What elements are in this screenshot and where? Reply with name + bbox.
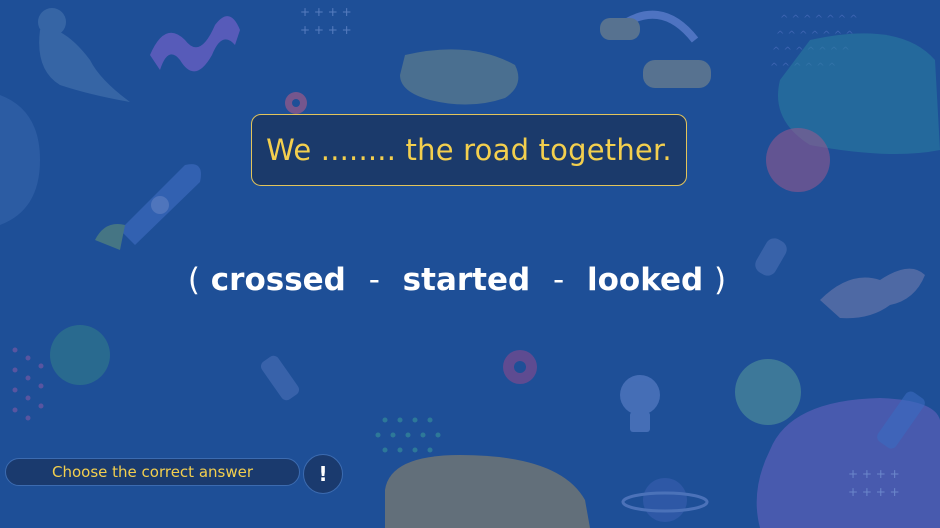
earth-icon-left (50, 325, 110, 385)
paint-stroke-shape (400, 49, 519, 105)
dot-texture-left (12, 347, 44, 421)
option-separator: - (552, 262, 565, 298)
option-crossed[interactable]: crossed (211, 262, 346, 298)
pencil-icon (260, 355, 300, 401)
blob-left (0, 95, 40, 225)
answer-options: ( crossed - started - looked ) (0, 262, 914, 298)
bulb-icon (620, 375, 660, 432)
option-looked[interactable]: looked (587, 262, 703, 298)
svg-text:^ ^ ^ ^ ^ ^ ^: ^ ^ ^ ^ ^ ^ ^ (780, 14, 858, 25)
option-separator: - (368, 262, 380, 298)
rocket-icon (95, 164, 201, 250)
options-open-paren: ( (187, 262, 200, 298)
svg-text:+ + + +: + + + + (848, 485, 900, 499)
plus-stars-top: + + + + + + + + (300, 5, 352, 37)
option-started[interactable]: started (403, 262, 531, 298)
exclamation-icon: ! (318, 462, 328, 486)
instruction-label: Choose the correct answer (5, 458, 300, 486)
blob-bottom-center (385, 455, 590, 528)
planet-pink (766, 128, 830, 192)
flower-icon-top (285, 92, 307, 114)
saturn-icon (621, 478, 709, 522)
question-box: We ........ the road together. (251, 114, 687, 186)
options-close-paren: ) (714, 262, 727, 298)
gear-icon-decor (503, 350, 537, 384)
svg-text:+ + + +: + + + + (848, 467, 900, 481)
svg-text:+ + + +: + + + + (300, 5, 352, 19)
rainbow-cloud-icon (600, 10, 711, 88)
hint-button[interactable]: ! (303, 454, 343, 494)
squiggle-shape (150, 16, 240, 72)
svg-text:+ + + +: + + + + (300, 23, 352, 37)
dino-icon-top-left (38, 8, 130, 102)
earth-icon-right (735, 359, 801, 425)
dot-texture-bottom (375, 417, 441, 453)
question-text: We ........ the road together. (266, 133, 672, 167)
